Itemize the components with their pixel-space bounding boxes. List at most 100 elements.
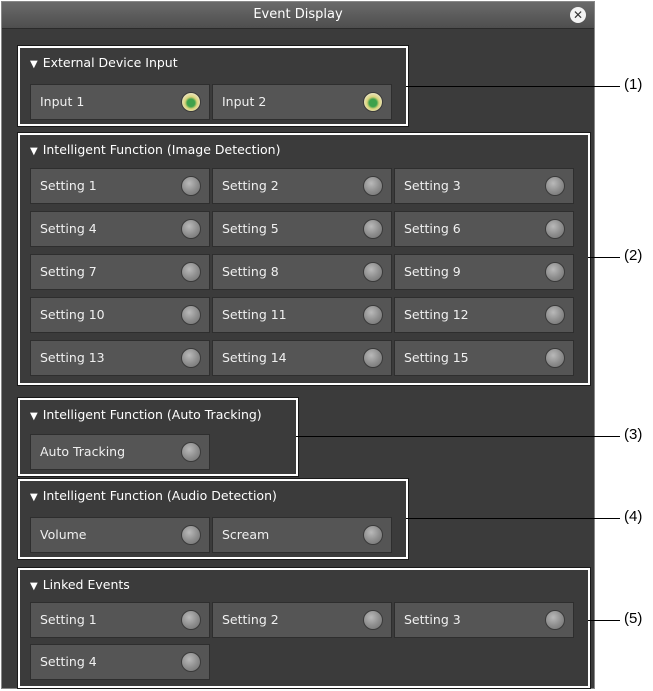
collapse-triangle-icon: ▼ [30, 59, 38, 70]
event-cell-setting-15: Setting 15 [394, 340, 574, 376]
status-lamp-icon [363, 305, 383, 325]
status-lamp-icon [363, 610, 383, 630]
event-display-window: Event Display ✕ ▼ External Device Input I… [1, 1, 595, 689]
status-lamp-icon [363, 262, 383, 282]
group-auto-tracking: ▼ Intelligent Function (Auto Tracking) Au… [17, 397, 299, 477]
group-audio-detection: ▼ Intelligent Function (Audio Detection) … [17, 478, 409, 560]
event-label: Scream [222, 527, 270, 542]
event-cell-setting-4: Setting 4 [30, 211, 210, 247]
callout-label-3: (3) [624, 426, 643, 443]
event-label: Setting 12 [404, 307, 469, 322]
event-label: Setting 2 [222, 612, 279, 627]
event-label: Setting 1 [40, 178, 97, 193]
event-cell-setting-2: Setting 2 [212, 602, 392, 638]
event-cell-setting-3: Setting 3 [394, 168, 574, 204]
event-cell-setting-2: Setting 2 [212, 168, 392, 204]
group-image-detection: ▼ Intelligent Function (Image Detection) … [17, 132, 591, 386]
status-lamp-icon [545, 176, 565, 196]
status-lamp-icon [181, 176, 201, 196]
status-lamp-icon [363, 176, 383, 196]
event-label: Input 2 [222, 94, 267, 109]
group-header[interactable]: ▼ External Device Input [30, 55, 178, 70]
status-lamp-icon [545, 610, 565, 630]
event-label: Setting 3 [404, 178, 461, 193]
event-cell-auto-tracking: Auto Tracking [30, 434, 210, 470]
event-cell-setting-3: Setting 3 [394, 602, 574, 638]
callout-line-1 [406, 86, 620, 87]
status-lamp-icon [181, 262, 201, 282]
close-icon[interactable]: ✕ [570, 7, 586, 23]
callout-line-2 [588, 257, 620, 258]
group-header[interactable]: ▼ Intelligent Function (Audio Detection) [30, 488, 277, 503]
event-label: Setting 15 [404, 350, 469, 365]
event-cell-setting-6: Setting 6 [394, 211, 574, 247]
status-lamp-icon [363, 92, 383, 112]
group-header[interactable]: ▼ Intelligent Function (Image Detection) [30, 142, 280, 157]
collapse-triangle-icon: ▼ [30, 146, 38, 157]
status-lamp-icon [363, 525, 383, 545]
status-lamp-icon [363, 348, 383, 368]
status-lamp-icon [545, 348, 565, 368]
callout-label-5: (5) [624, 610, 643, 627]
status-lamp-icon [181, 610, 201, 630]
collapse-triangle-icon: ▼ [30, 581, 38, 592]
event-label: Setting 9 [404, 264, 461, 279]
status-lamp-icon [181, 92, 201, 112]
callout-label-4: (4) [624, 508, 643, 525]
status-lamp-icon [181, 652, 201, 672]
event-cell-setting-7: Setting 7 [30, 254, 210, 290]
event-cell-setting-1: Setting 1 [30, 602, 210, 638]
event-cell-volume: Volume [30, 517, 210, 553]
status-lamp-icon [545, 262, 565, 282]
event-cell-setting-5: Setting 5 [212, 211, 392, 247]
event-label: Setting 3 [404, 612, 461, 627]
event-cell-setting-12: Setting 12 [394, 297, 574, 333]
event-cell-input-1: Input 1 [30, 84, 210, 120]
window-title: Event Display [253, 7, 343, 22]
callout-line-3 [296, 436, 620, 437]
event-label: Volume [40, 527, 87, 542]
status-lamp-icon [181, 305, 201, 325]
event-label: Setting 5 [222, 221, 279, 236]
event-label: Setting 2 [222, 178, 279, 193]
callout-label-1: (1) [624, 76, 643, 93]
group-header[interactable]: ▼ Intelligent Function (Auto Tracking) [30, 407, 262, 422]
status-lamp-icon [363, 219, 383, 239]
event-cell-setting-11: Setting 11 [212, 297, 392, 333]
event-label: Setting 10 [40, 307, 105, 322]
group-external-device-input: ▼ External Device Input Input 1 Input 2 [17, 45, 409, 127]
callout-label-2: (2) [624, 247, 643, 264]
event-cell-input-2: Input 2 [212, 84, 392, 120]
event-cell-setting-4: Setting 4 [30, 644, 210, 680]
event-cell-setting-8: Setting 8 [212, 254, 392, 290]
group-header[interactable]: ▼ Linked Events [30, 577, 130, 592]
status-lamp-icon [545, 305, 565, 325]
event-cell-setting-14: Setting 14 [212, 340, 392, 376]
event-label: Setting 6 [404, 221, 461, 236]
event-cell-setting-10: Setting 10 [30, 297, 210, 333]
event-cell-setting-9: Setting 9 [394, 254, 574, 290]
status-lamp-icon [545, 219, 565, 239]
event-label: Setting 8 [222, 264, 279, 279]
event-label: Setting 1 [40, 612, 97, 627]
status-lamp-icon [181, 525, 201, 545]
collapse-triangle-icon: ▼ [30, 411, 38, 422]
collapse-triangle-icon: ▼ [30, 492, 38, 503]
event-label: Setting 14 [222, 350, 287, 365]
event-cell-scream: Scream [212, 517, 392, 553]
status-lamp-icon [181, 348, 201, 368]
callout-line-4 [406, 518, 620, 519]
group-linked-events: ▼ Linked Events Setting 1 Setting 2 Setting… [17, 567, 591, 689]
event-label: Setting 11 [222, 307, 287, 322]
event-label: Setting 4 [40, 654, 97, 669]
callout-line-5 [588, 620, 620, 621]
title-bar: Event Display ✕ [2, 2, 594, 29]
event-cell-setting-1: Setting 1 [30, 168, 210, 204]
event-label: Setting 13 [40, 350, 105, 365]
event-label: Setting 7 [40, 264, 97, 279]
status-lamp-icon [181, 219, 201, 239]
event-label: Auto Tracking [40, 444, 126, 459]
event-cell-setting-13: Setting 13 [30, 340, 210, 376]
event-label: Input 1 [40, 94, 85, 109]
status-lamp-icon [181, 442, 201, 462]
